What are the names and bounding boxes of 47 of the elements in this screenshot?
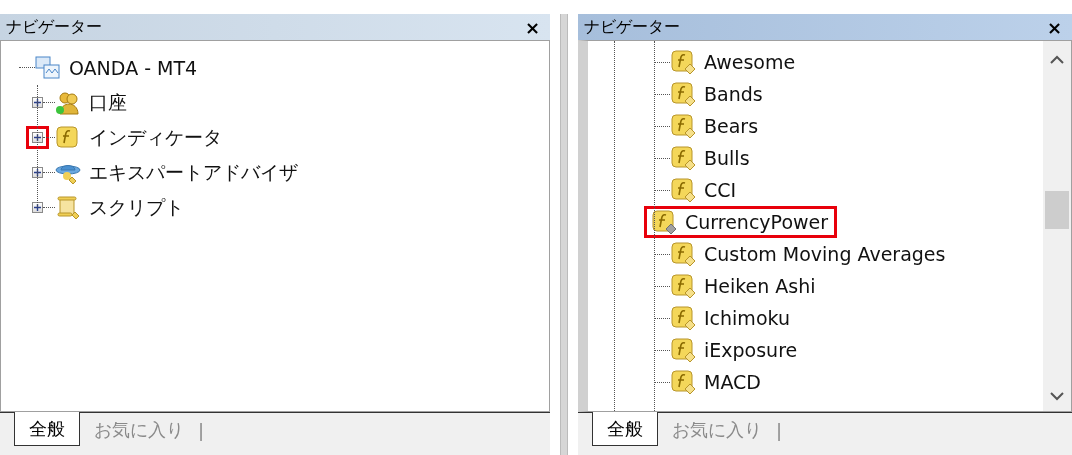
function-icon — [670, 81, 696, 107]
function-icon — [651, 209, 677, 235]
tree-item-label[interactable]: Heiken Ashi — [704, 275, 816, 297]
function-icon — [670, 305, 696, 331]
tree-item-label[interactable]: OANDA - MT4 — [69, 56, 198, 79]
tree-item-label[interactable]: CCI — [704, 179, 737, 201]
tree-item-label[interactable]: MACD — [704, 371, 761, 393]
panel-title: ナビゲーター — [6, 16, 102, 38]
scrollbar-thumb[interactable] — [1045, 191, 1069, 229]
expand-button[interactable] — [32, 167, 43, 178]
tree-item-label[interactable]: iExposure — [704, 339, 798, 361]
scrollbar[interactable] — [1043, 41, 1071, 411]
people-icon — [55, 89, 81, 116]
function-icon — [670, 113, 696, 139]
scroll-icon — [55, 194, 81, 221]
function-icon — [670, 273, 696, 299]
tree-item-label[interactable]: CurrencyPower — [685, 211, 829, 233]
tree-item-label[interactable]: インディケータ — [89, 124, 222, 151]
expand-button[interactable] — [32, 132, 43, 143]
function-icon — [670, 49, 696, 75]
panel-title: ナビゲーター — [584, 16, 680, 38]
tree-item-label[interactable]: Custom Moving Averages — [704, 243, 946, 265]
expand-button[interactable] — [32, 202, 43, 213]
tab[interactable]: 全般 — [14, 412, 80, 446]
expand-button[interactable] — [32, 97, 43, 108]
tree-item-label[interactable]: スクリプト — [89, 194, 184, 221]
function-icon — [670, 337, 696, 363]
close-button[interactable]: × — [1044, 16, 1064, 38]
tree-item-label[interactable]: Bears — [704, 115, 759, 137]
terminal-windows-icon — [35, 54, 61, 81]
function-icon — [670, 145, 696, 171]
tree-item-label[interactable]: Bulls — [704, 147, 750, 169]
tree-item-label[interactable]: Bands — [704, 83, 763, 105]
tree-item-label[interactable]: 口座 — [89, 89, 127, 116]
scroll-down-icon[interactable] — [1050, 392, 1064, 401]
tab-separator: | — [776, 418, 783, 443]
function-icon — [670, 177, 696, 203]
close-button[interactable]: × — [522, 16, 542, 38]
function-icon — [55, 124, 81, 151]
tree-item-label[interactable]: Awesome — [704, 51, 796, 73]
function-icon — [670, 241, 696, 267]
function-icon — [670, 369, 696, 395]
tree-item-label[interactable]: Ichimoku — [704, 307, 790, 329]
tab-separator: | — [198, 418, 205, 443]
tree-item-label[interactable]: エキスパートアドバイザ — [89, 159, 298, 186]
tab[interactable]: 全般 — [592, 412, 658, 446]
scroll-up-icon[interactable] — [1050, 55, 1064, 64]
